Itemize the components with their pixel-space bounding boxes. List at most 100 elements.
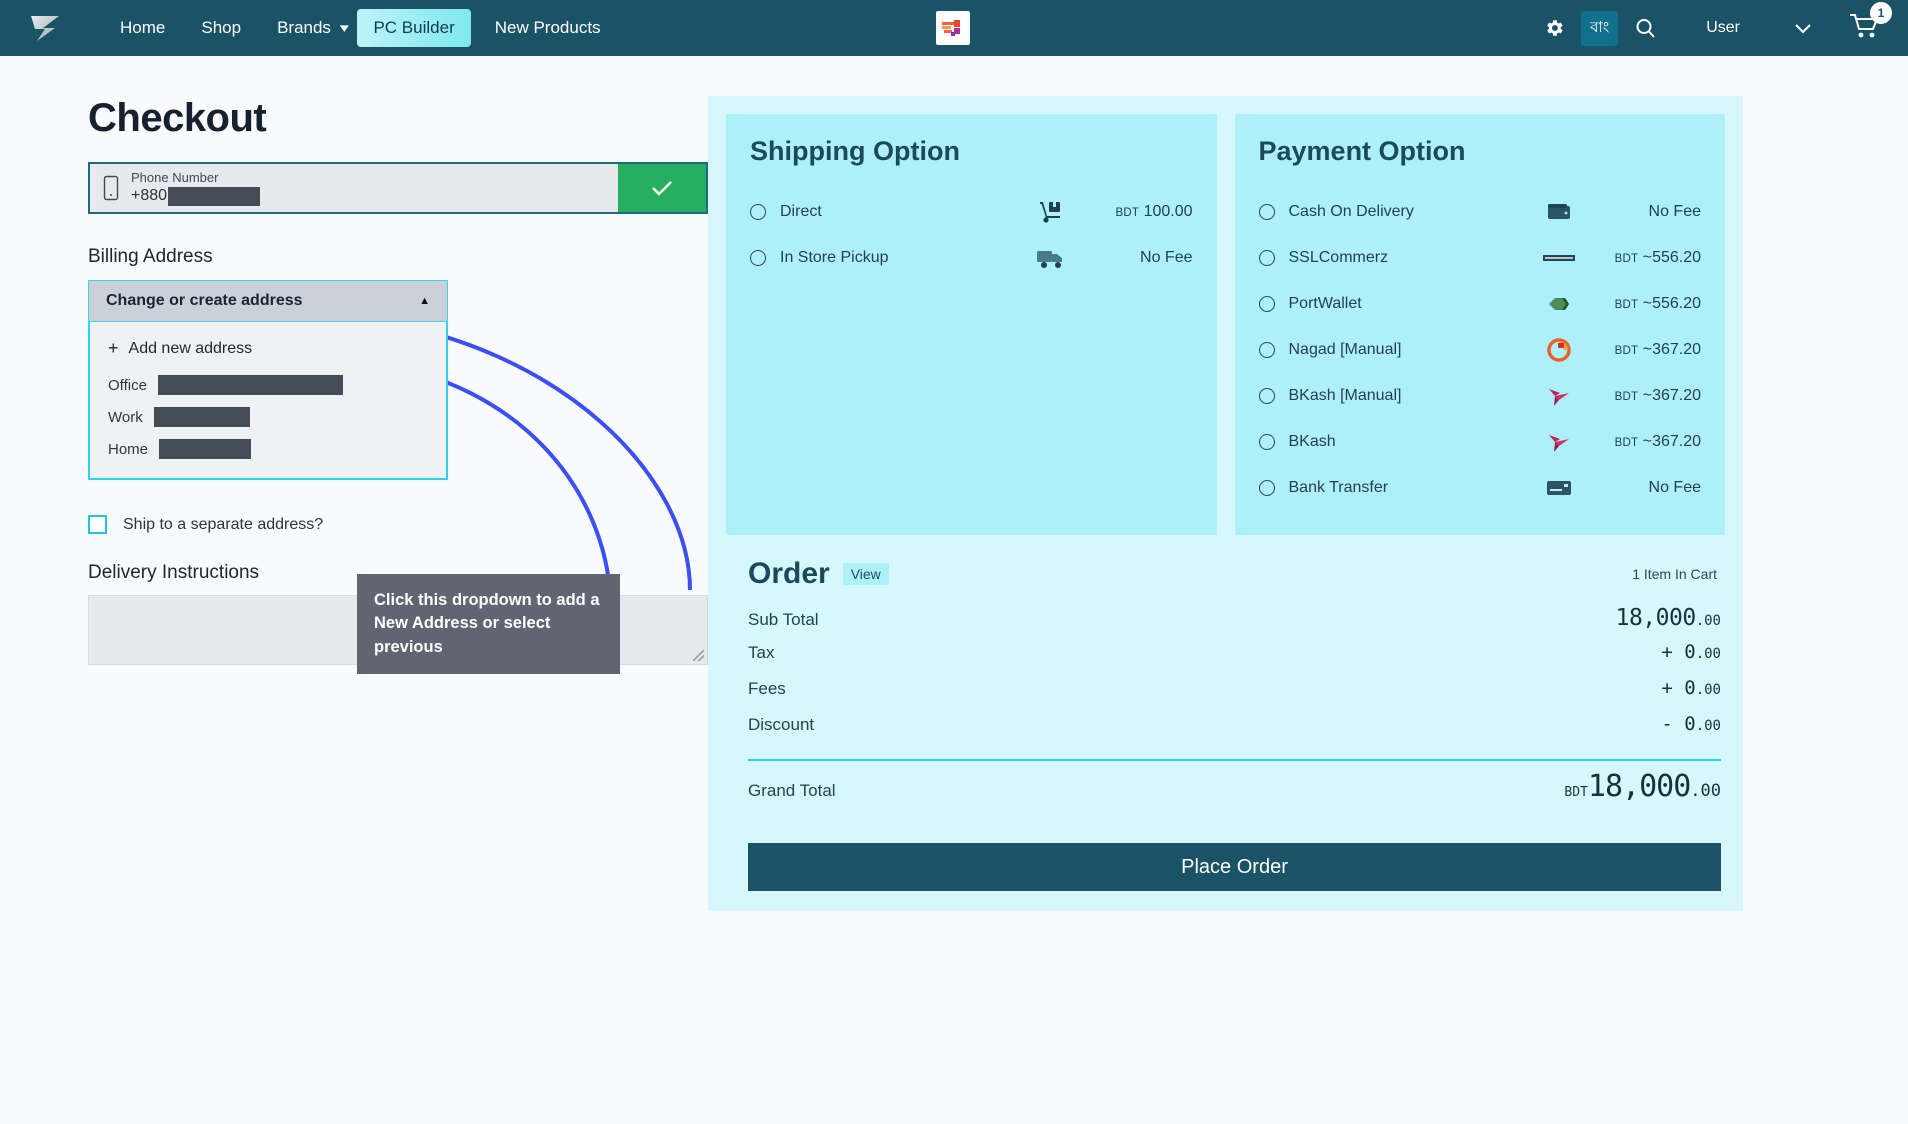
add-new-address-item[interactable]: + Add new address	[90, 332, 446, 369]
check-icon	[652, 181, 672, 196]
grand-total-label: Grand Total	[748, 781, 836, 800]
phone-input[interactable]: Phone Number +880	[90, 164, 618, 212]
nav-link-shop[interactable]: Shop	[183, 10, 259, 46]
phone-redacted-value	[168, 186, 261, 206]
summary-cents: .00	[1695, 682, 1721, 698]
address-dropdown: Change or create address ▲ + Add new add…	[88, 280, 448, 480]
chevron-down-icon[interactable]: ▾	[340, 20, 349, 36]
grand-total-amount: 18,000	[1587, 769, 1691, 804]
payment-option-label: SSLCommerz	[1288, 249, 1389, 266]
price-value: No Fee	[1648, 203, 1701, 220]
phone-number-row: Phone Number +880	[88, 162, 708, 214]
address-option-work[interactable]: Work	[90, 401, 446, 433]
summary-amount: 0	[1684, 641, 1696, 663]
currency-code: BDT	[1614, 437, 1639, 449]
summary-value: 18,000.00	[1616, 605, 1721, 631]
order-card: Shipping Option Direct BDT 100.00 In Sto…	[708, 96, 1743, 911]
phone-country-prefix: +880	[131, 187, 168, 205]
payment-option-cash-on-delivery[interactable]: Cash On Delivery No Fee	[1258, 189, 1701, 235]
shipping-option-label: In Store Pickup	[780, 249, 889, 266]
shipping-option-panel: Shipping Option Direct BDT 100.00 In Sto…	[726, 114, 1217, 535]
grand-total-cents: .00	[1690, 781, 1721, 801]
payment-option-sslcommerz[interactable]: SSLCommerz BDT ~556.20	[1258, 235, 1701, 281]
search-icon[interactable]	[1622, 5, 1668, 51]
payment-option-price: BDT ~556.20	[1579, 249, 1701, 267]
price-value: ~556.20	[1642, 295, 1701, 312]
radio-icon[interactable]	[1258, 296, 1275, 312]
checkout-right-column: Shipping Option Direct BDT 100.00 In Sto…	[700, 56, 1908, 1124]
grand-total-currency: BDT	[1564, 785, 1588, 800]
billing-address-label: Billing Address	[88, 246, 213, 267]
shipping-option-title: Shipping Option	[750, 136, 960, 166]
top-navbar: Home Shop Brands ▾ PC Builder New Produc…	[0, 0, 1908, 56]
radio-icon[interactable]	[1258, 250, 1275, 266]
phone-confirm-button[interactable]	[618, 164, 706, 212]
payment-option-label: BKash	[1288, 433, 1336, 450]
shipping-option-label: Direct	[780, 203, 822, 220]
nav-link-home[interactable]: Home	[102, 10, 183, 46]
gear-icon[interactable]	[1531, 5, 1577, 51]
payment-option-price: BDT ~367.20	[1579, 341, 1701, 359]
summary-sign: -	[1661, 713, 1685, 735]
radio-icon[interactable]	[750, 204, 766, 220]
radio-icon[interactable]	[1258, 342, 1275, 358]
price-value: ~367.20	[1642, 433, 1701, 450]
user-chevron-down-icon[interactable]	[1780, 5, 1826, 51]
grand-total-value: BDT18,000.00	[1564, 769, 1721, 804]
dropdown-callout-tooltip: Click this dropdown to add a New Address…	[357, 574, 620, 675]
currency-code: BDT	[1614, 253, 1639, 265]
order-view-button[interactable]: View	[842, 563, 889, 585]
payment-option-price: No Fee	[1579, 203, 1701, 221]
address-dropdown-menu: + Add new address Office Work Home	[88, 322, 448, 480]
phone-value: +880	[131, 186, 261, 206]
checkout-page: Checkout Phone Number +880 Billing Addre…	[0, 56, 1908, 1124]
summary-value: + 0.00	[1661, 677, 1721, 699]
payment-option-nagad-manual[interactable]: Nagad [Manual] BDT ~367.20	[1258, 327, 1701, 373]
center-promo-logo-icon[interactable]	[936, 11, 970, 45]
shipping-option-price: No Fee	[1071, 249, 1192, 267]
currency-code: BDT	[1614, 299, 1639, 311]
ship-separate-checkbox[interactable]	[88, 515, 107, 534]
payment-option-bkash[interactable]: BKash BDT ~367.20	[1258, 419, 1701, 465]
payment-option-portwallet[interactable]: PortWallet BDT ~556.20	[1258, 281, 1701, 327]
shipping-option-price: BDT 100.00	[1071, 203, 1193, 221]
nav-link-brands[interactable]: Brands	[259, 10, 349, 46]
payment-option-bank-transfer[interactable]: Bank Transfer No Fee	[1258, 465, 1701, 511]
payment-option-label: PortWallet	[1288, 295, 1362, 312]
address-dropdown-toggle[interactable]: Change or create address ▲	[88, 280, 448, 322]
user-menu-label[interactable]: User	[1706, 19, 1740, 37]
currency-code: BDT	[1614, 345, 1639, 357]
address-option-home[interactable]: Home	[90, 433, 446, 465]
shipping-option-direct[interactable]: Direct BDT 100.00	[750, 189, 1193, 235]
options-row: Shipping Option Direct BDT 100.00 In Sto…	[726, 114, 1725, 535]
nav-link-pc-builder[interactable]: PC Builder	[357, 9, 471, 47]
radio-icon[interactable]	[1258, 480, 1275, 496]
ship-separate-address-row[interactable]: Ship to a separate address?	[88, 515, 700, 534]
address-option-label: Work	[108, 408, 143, 426]
language-toggle-button[interactable]: বাং	[1581, 10, 1619, 46]
payment-option-label: Nagad [Manual]	[1288, 341, 1402, 358]
wallet-icon	[1539, 203, 1579, 221]
nav-link-new-products[interactable]: New Products	[477, 10, 619, 46]
place-order-button[interactable]: Place Order	[748, 843, 1721, 891]
shipping-option-in-store-pickup[interactable]: In Store Pickup No Fee	[750, 235, 1193, 281]
summary-label: Discount	[748, 715, 815, 734]
price-value: No Fee	[1648, 479, 1701, 496]
address-option-label: Office	[108, 376, 147, 394]
brand-logo-icon[interactable]	[24, 8, 68, 48]
radio-icon[interactable]	[750, 250, 766, 266]
payment-option-price: BDT ~367.20	[1579, 433, 1701, 451]
phone-label: Phone Number	[131, 170, 219, 186]
radio-icon[interactable]	[1258, 204, 1275, 220]
caret-up-icon: ▲	[419, 295, 430, 307]
radio-icon[interactable]	[1258, 434, 1275, 450]
summary-label: Fees	[748, 679, 786, 698]
cart-button[interactable]: 1	[1848, 1, 1892, 46]
payment-option-bkash-manual[interactable]: BKash [Manual] BDT ~367.20	[1258, 373, 1701, 419]
summary-row-tax: Tax + 0.00	[748, 641, 1721, 677]
address-redacted-value	[159, 439, 252, 459]
bank-card-icon	[1539, 479, 1579, 497]
radio-icon[interactable]	[1258, 388, 1275, 404]
summary-cents: .00	[1695, 718, 1721, 734]
address-option-office[interactable]: Office	[90, 369, 446, 401]
